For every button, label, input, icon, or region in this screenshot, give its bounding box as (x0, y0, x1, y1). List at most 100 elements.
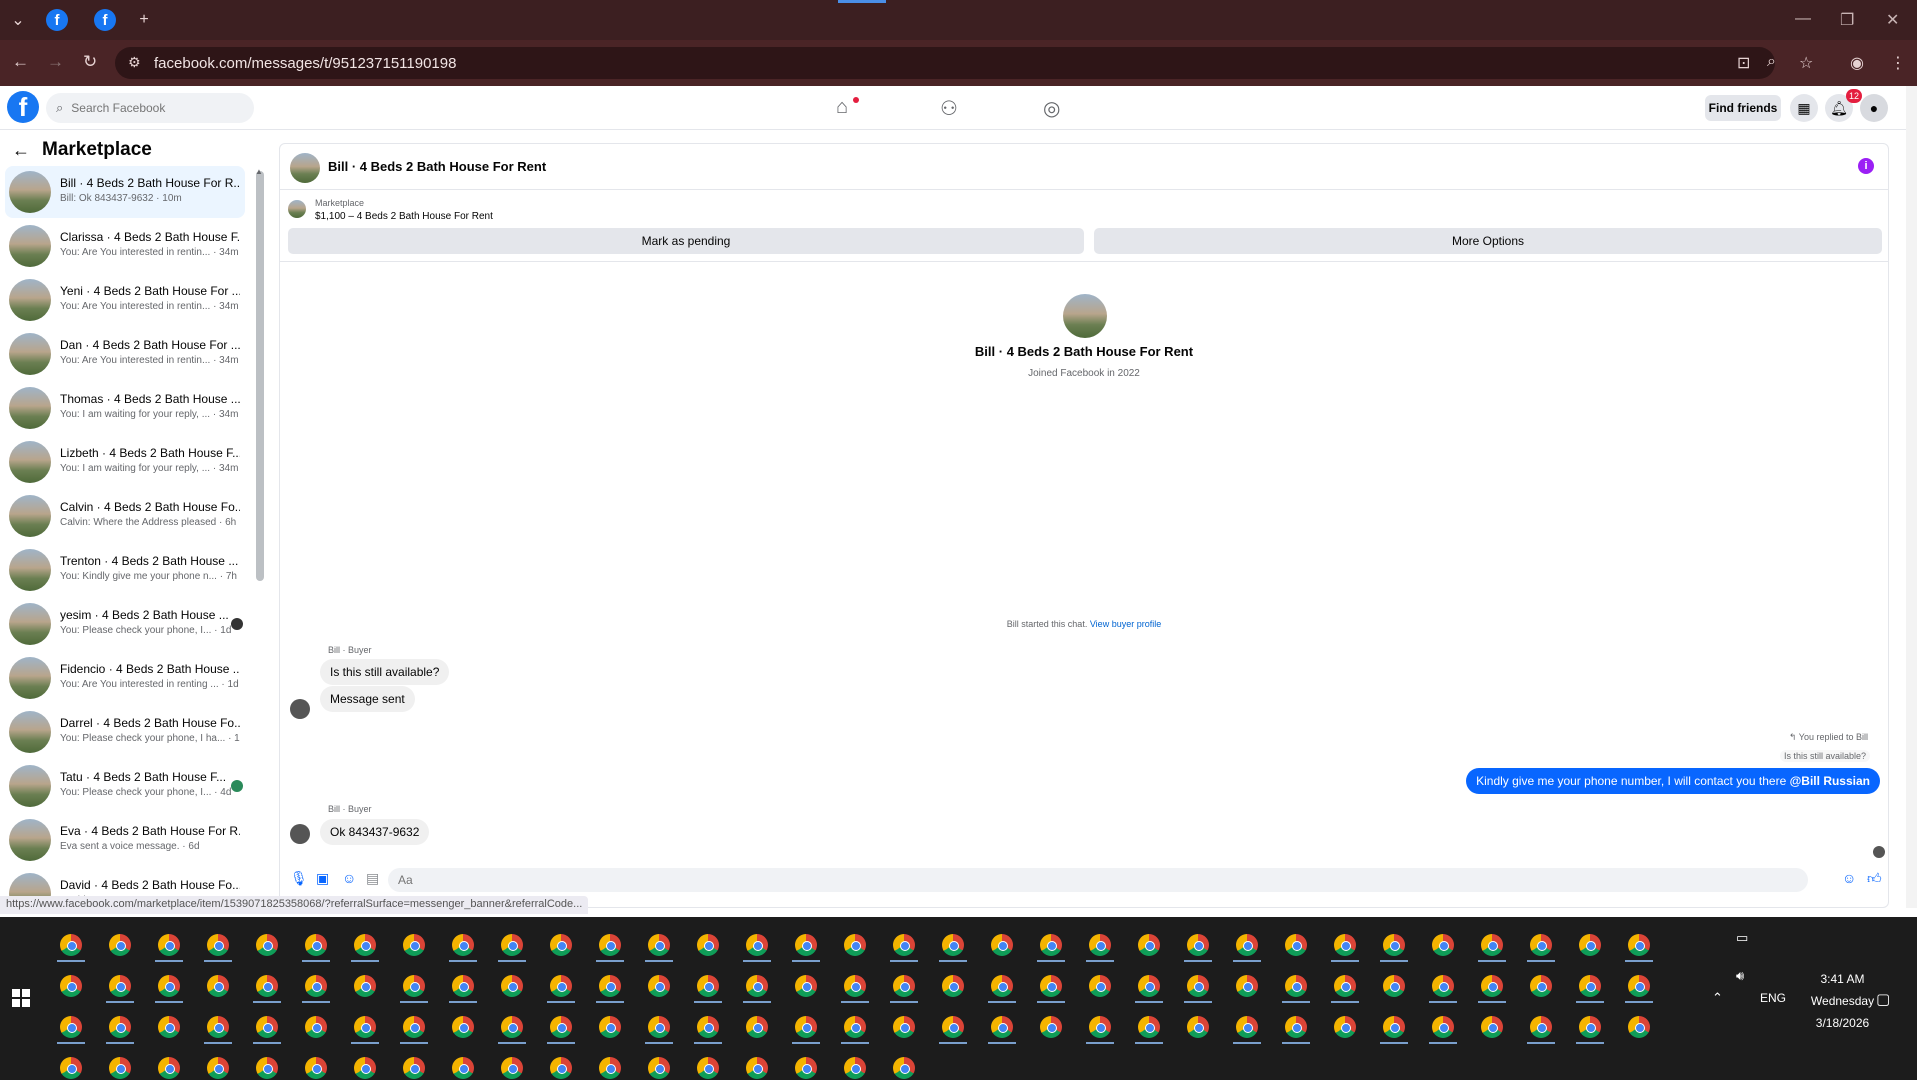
incoming-message[interactable]: Ok 843437-9632 (320, 819, 430, 845)
taskbar-chrome-icon[interactable] (256, 934, 278, 956)
site-info-icon[interactable]: ⚙ (128, 54, 141, 71)
taskbar-chrome-icon[interactable] (1481, 975, 1503, 997)
friends-icon[interactable]: ⚇ (940, 96, 958, 121)
taskbar-chrome-icon[interactable] (893, 1016, 915, 1038)
conversation-item[interactable]: Dan · 4 Beds 2 Bath House For ... You: Ar… (5, 328, 245, 380)
taskbar-chrome-icon[interactable] (109, 975, 131, 997)
taskbar-chrome-icon[interactable] (1432, 934, 1454, 956)
taskbar-chrome-icon[interactable] (599, 934, 621, 956)
taskbar-chrome-icon[interactable] (109, 1016, 131, 1038)
conversation-item[interactable]: Darrel · 4 Beds 2 Bath House Fo... You: P… (5, 706, 245, 758)
taskbar-chrome-icon[interactable] (648, 934, 670, 956)
view-buyer-profile-link[interactable]: View buyer profile (1090, 619, 1161, 629)
taskbar-chrome-icon[interactable] (158, 934, 180, 956)
taskbar-chrome-icon[interactable] (1579, 975, 1601, 997)
taskbar-chrome-icon[interactable] (256, 1057, 278, 1079)
taskbar-chrome-icon[interactable] (746, 975, 768, 997)
taskbar-chrome-icon[interactable] (501, 1057, 523, 1079)
taskbar-chrome-icon[interactable] (1334, 975, 1356, 997)
profile-avatar[interactable] (1063, 294, 1107, 338)
taskbar-chrome-icon[interactable] (697, 975, 719, 997)
taskbar-chrome-icon[interactable] (697, 934, 719, 956)
taskbar-chrome-icon[interactable] (1236, 934, 1258, 956)
taskbar-chrome-icon[interactable] (1187, 934, 1209, 956)
taskbar-chrome-icon[interactable] (1481, 934, 1503, 956)
taskbar-chrome-icon[interactable] (550, 1057, 572, 1079)
taskbar-chrome-icon[interactable] (403, 1016, 425, 1038)
facebook-tab-icon[interactable]: f (46, 9, 68, 31)
conversation-item[interactable]: Fidencio · 4 Beds 2 Bath House ... You: A… (5, 652, 245, 704)
taskbar-chrome-icon[interactable] (256, 1016, 278, 1038)
home-icon[interactable]: ⌂ (836, 96, 848, 119)
taskbar-chrome-icon[interactable] (354, 1057, 376, 1079)
taskbar-chrome-icon[interactable] (550, 1016, 572, 1038)
taskbar-chrome-icon[interactable] (1432, 1016, 1454, 1038)
sender-avatar[interactable] (290, 824, 310, 844)
minimize-icon[interactable]: — (1795, 10, 1811, 28)
taskbar-chrome-icon[interactable] (1530, 975, 1552, 997)
taskbar-chrome-icon[interactable] (697, 1016, 719, 1038)
taskbar-chrome-icon[interactable] (1334, 934, 1356, 956)
conversation-item[interactable]: Thomas · 4 Beds 2 Bath House ... You: I a… (5, 382, 245, 434)
taskbar-chrome-icon[interactable] (305, 975, 327, 997)
language-indicator[interactable]: ENG (1760, 991, 1786, 1005)
chat-title[interactable]: Bill · 4 Beds 2 Bath House For Rent (328, 159, 546, 174)
taskbar-chrome-icon[interactable] (403, 934, 425, 956)
taskbar-chrome-icon[interactable] (1579, 934, 1601, 956)
taskbar-chrome-icon[interactable] (893, 1057, 915, 1079)
taskbar-chrome-icon[interactable] (648, 1016, 670, 1038)
reload-icon[interactable]: ↻ (83, 52, 97, 72)
taskbar-chrome-icon[interactable] (60, 975, 82, 997)
conversation-item[interactable]: Tatu · 4 Beds 2 Bath House F... You: Plea… (5, 760, 245, 812)
back-arrow-icon[interactable]: ← (12, 140, 30, 161)
info-icon[interactable]: i (1858, 158, 1874, 174)
taskbar-chrome-icon[interactable] (795, 1016, 817, 1038)
forward-icon[interactable]: → (47, 52, 64, 72)
conversation-item[interactable]: Eva · 4 Beds 2 Bath House For R... Eva se… (5, 814, 245, 866)
bookmark-star-icon[interactable]: ☆ (1799, 53, 1813, 73)
taskbar-chrome-icon[interactable] (109, 1057, 131, 1079)
taskbar-chrome-icon[interactable] (207, 1016, 229, 1038)
taskbar-chrome-icon[interactable] (501, 934, 523, 956)
gif-icon[interactable]: ▤ (366, 870, 379, 887)
conversation-item[interactable]: Yeni · 4 Beds 2 Bath House For ... You: A… (5, 274, 245, 326)
taskbar-chrome-icon[interactable] (256, 975, 278, 997)
like-thumb-icon[interactable]: 👍︎ (1867, 870, 1882, 887)
taskbar-chrome-icon[interactable] (1383, 934, 1405, 956)
restore-icon[interactable]: ❐ (1840, 10, 1854, 30)
taskbar-chrome-icon[interactable] (1579, 1016, 1601, 1038)
taskbar-chrome-icon[interactable] (354, 1016, 376, 1038)
emoji-icon[interactable]: ☺ (1842, 870, 1856, 886)
tray-chevron-up-icon[interactable]: ⌃ (1712, 990, 1723, 1006)
zoom-icon[interactable]: ⌕ (1767, 53, 1776, 71)
facebook-logo-icon[interactable]: f (7, 91, 39, 123)
conversation-item[interactable]: Bill · 4 Beds 2 Bath House For R... Bill:… (5, 166, 245, 218)
taskbar-chrome-icon[interactable] (1432, 975, 1454, 997)
taskbar-chrome-icon[interactable] (1628, 1016, 1650, 1038)
taskbar-chrome-icon[interactable] (403, 975, 425, 997)
taskbar-chrome-icon[interactable] (1089, 975, 1111, 997)
taskbar-chrome-icon[interactable] (648, 1057, 670, 1079)
taskbar-chrome-icon[interactable] (60, 1016, 82, 1038)
taskbar-chrome-icon[interactable] (991, 975, 1013, 997)
photo-icon[interactable]: ▣ (316, 870, 329, 887)
taskbar-chrome-icon[interactable] (158, 1016, 180, 1038)
taskbar-chrome-icon[interactable] (305, 1057, 327, 1079)
taskbar-chrome-icon[interactable] (1236, 1016, 1258, 1038)
search-box[interactable]: ⌕ (46, 93, 254, 123)
taskbar-chrome-icon[interactable] (599, 1057, 621, 1079)
taskbar-chrome-icon[interactable] (1040, 975, 1062, 997)
conversation-item[interactable]: yesim · 4 Beds 2 Bath House ... You: Plea… (5, 598, 245, 650)
taskbar-chrome-icon[interactable] (795, 934, 817, 956)
incoming-message[interactable]: Message sent (320, 686, 415, 712)
windows-start-icon[interactable] (12, 989, 30, 1007)
taskbar-chrome-icon[interactable] (1383, 975, 1405, 997)
taskbar-chrome-icon[interactable] (648, 975, 670, 997)
more-options-button[interactable]: More Options (1094, 228, 1882, 254)
taskbar-chrome-icon[interactable] (1089, 1016, 1111, 1038)
taskbar-chrome-icon[interactable] (60, 934, 82, 956)
taskbar-chrome-icon[interactable] (550, 975, 572, 997)
taskbar-chrome-icon[interactable] (305, 1016, 327, 1038)
taskbar-chrome-icon[interactable] (550, 934, 572, 956)
taskbar-chrome-icon[interactable] (1285, 1016, 1307, 1038)
